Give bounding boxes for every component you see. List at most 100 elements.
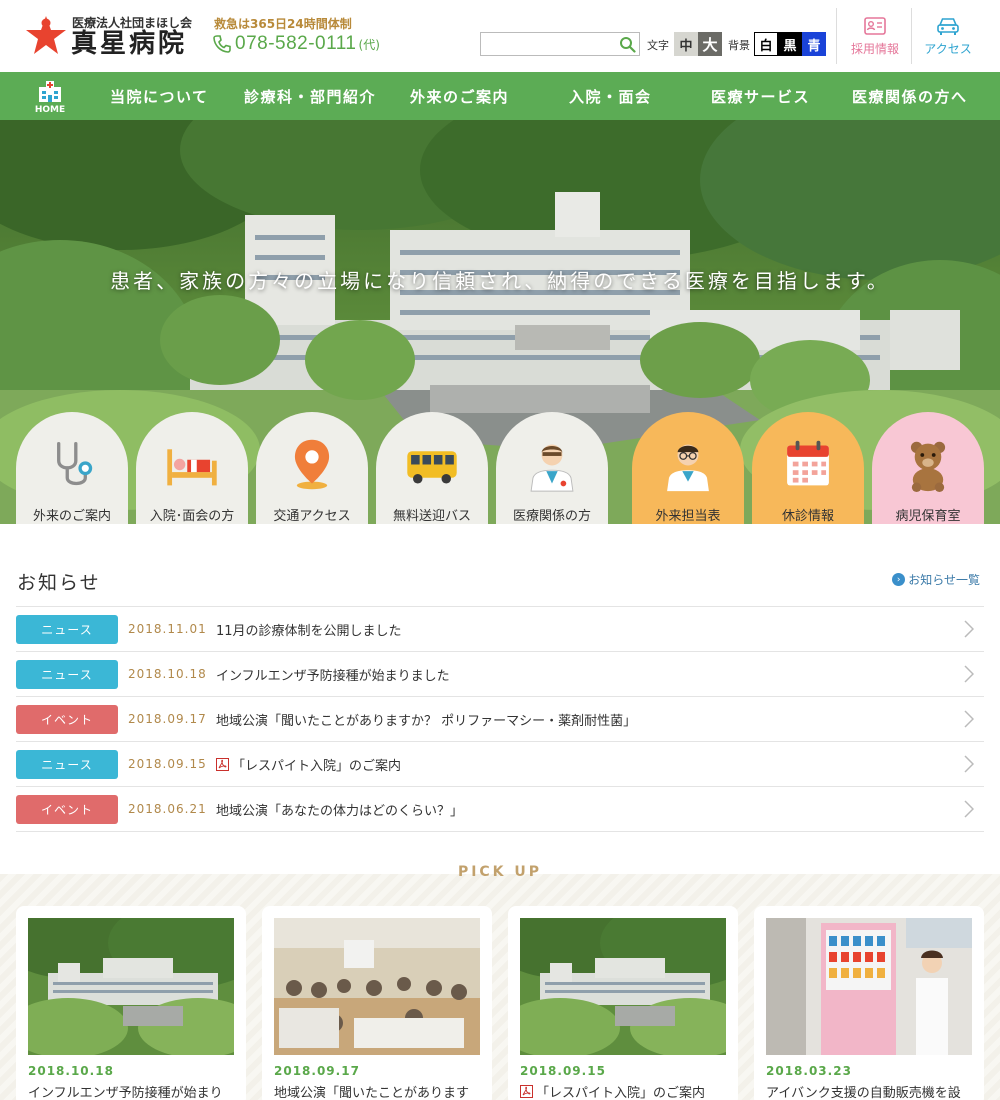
quick-link-bus[interactable]: 無料送迎バス — [376, 412, 488, 524]
quick-link-schedule[interactable]: 外来担当表 — [632, 412, 744, 524]
news-date: 2018.10.18 — [128, 667, 207, 681]
header-divider — [836, 8, 837, 64]
stethoscope-icon — [57, 441, 93, 486]
news-category-badge: ニュース — [16, 659, 118, 689]
pickup-image — [520, 918, 726, 1055]
event-category-badge: イベント — [16, 704, 118, 734]
news-all-link[interactable]: › お知らせ一覧 — [892, 571, 980, 588]
bg-white-button[interactable]: 白 — [754, 32, 778, 56]
quick-link-label: 外来担当表 — [655, 509, 721, 524]
doctor-icon — [530, 444, 574, 492]
nav-item-about[interactable]: 当院について — [110, 86, 209, 107]
pickup-image — [274, 918, 480, 1055]
hospital-name[interactable]: 真星病院 — [71, 29, 187, 59]
nav-item-admission[interactable]: 入院・面会 — [569, 86, 652, 107]
chevron-right-icon — [964, 665, 974, 683]
news-item[interactable]: イベント 2018.09.17 地域公演「聞いたことがありますか？ ポリファーマ… — [16, 697, 984, 742]
quick-link-label: 医療関係の方 — [512, 509, 591, 524]
doctor-glasses-icon — [667, 444, 709, 492]
news-item[interactable]: イベント 2018.06.21 地域公演「あなたの体力はどのくらい？」 — [16, 787, 984, 832]
hospital-bed-icon — [167, 449, 217, 486]
pickup-image — [28, 918, 234, 1055]
font-mid-button[interactable]: 中 — [674, 32, 698, 56]
recruit-link[interactable]: 採用情報 — [840, 16, 910, 57]
background-label: 背景 — [728, 39, 750, 52]
recruit-label: 採用情報 — [850, 42, 899, 56]
chevron-right-icon — [964, 755, 974, 773]
pickup-card[interactable]: 2018.09.17 地域公演「聞いたことがあります — [262, 906, 492, 1100]
quick-link-label: 外来のご案内 — [32, 509, 111, 524]
quick-link-label: 休診情報 — [781, 509, 834, 524]
header-divider — [911, 8, 912, 64]
site-header: 医療法人社団まほし会 真星病院 救急は365日24時間体制 078-582-01… — [0, 0, 1000, 72]
chevron-right-icon — [964, 800, 974, 818]
nav-item-professionals[interactable]: 医療関係の方へ — [852, 86, 968, 107]
search-box — [480, 32, 640, 56]
news-date: 2018.09.15 — [128, 757, 207, 771]
phone-number[interactable]: 078-582-0111 — [235, 33, 357, 55]
quick-link-professionals[interactable]: 医療関係の方 — [496, 412, 608, 524]
chevron-right-icon — [964, 620, 974, 638]
pdf-icon — [216, 757, 229, 771]
pickup-image — [766, 918, 972, 1055]
news-title: 11月の診療体制を公開しました — [216, 623, 402, 639]
bg-blue-button[interactable]: 青 — [802, 32, 826, 56]
nav-item-services[interactable]: 医療サービス — [711, 86, 810, 107]
pickup-title-text: 「レスパイト入院」のご案内 — [536, 1086, 706, 1100]
quick-link-label: 病児保育室 — [895, 509, 961, 524]
calendar-icon — [787, 440, 829, 486]
nav-item-outpatient[interactable]: 外来のご案内 — [410, 86, 509, 107]
hero-tagline: 患者、家族の方々の立場になり信頼され、納得のできる医療を目指します。 — [110, 269, 890, 293]
id-card-icon — [864, 17, 886, 35]
access-link[interactable]: アクセス — [913, 16, 983, 57]
news-title-wrap: 「レスパイト入院」のご案内 — [216, 755, 401, 774]
pickup-title-text: インフルエンザ予防接種が始まり — [28, 1086, 223, 1100]
font-size-label: 文字 — [647, 39, 669, 52]
quick-link-outpatient[interactable]: 外来のご案内 — [16, 412, 128, 524]
news-date: 2018.11.01 — [128, 622, 207, 636]
search-input[interactable] — [481, 33, 616, 55]
news-all-label: お知らせ一覧 — [908, 573, 980, 587]
access-label: アクセス — [924, 42, 972, 56]
news-title: 「レスパイト入院」のご案内 — [232, 758, 402, 774]
nav-home-label: HOME — [34, 105, 66, 115]
news-item[interactable]: ニュース 2018.09.15 「レスパイト入院」のご案内 — [16, 742, 984, 787]
nav-item-departments[interactable]: 診療科・部門紹介 — [244, 86, 376, 107]
event-category-badge: イベント — [16, 794, 118, 824]
news-category-badge: ニュース — [16, 749, 118, 779]
pickup-title-text: 地域公演「聞いたことがあります — [274, 1086, 470, 1100]
bus-icon — [407, 451, 457, 484]
news-section-title: お知らせ — [17, 572, 101, 594]
pickup-card[interactable]: 2018.03.23 アイバンク支援の自動販売機を設 — [754, 906, 984, 1100]
news-date: 2018.06.21 — [128, 802, 207, 816]
quick-link-closure[interactable]: 休診情報 — [752, 412, 864, 524]
map-pin-icon — [294, 439, 330, 490]
pickup-title-text: アイバンク支援の自動販売機を設 — [766, 1086, 961, 1100]
pickup-date: 2018.09.17 — [274, 1064, 360, 1078]
quick-link-childcare[interactable]: 病児保育室 — [872, 412, 984, 524]
car-icon — [937, 18, 959, 35]
news-item[interactable]: ニュース 2018.11.01 11月の診療体制を公開しました — [16, 607, 984, 652]
quick-link-label: 入院･面会の方 — [149, 509, 235, 524]
news-title: インフルエンザ予防接種が始まりました — [216, 668, 450, 684]
font-large-button[interactable]: 大 — [698, 32, 722, 56]
pdf-icon — [520, 1085, 533, 1098]
news-title: 地域公演「聞いたことがありますか？ ポリファーマシー・薬剤耐性菌」 — [216, 713, 637, 729]
quick-link-admission[interactable]: 入院･面会の方 — [136, 412, 248, 524]
phone-block: 078-582-0111 (代) — [212, 33, 380, 55]
news-item[interactable]: ニュース 2018.10.18 インフルエンザ予防接種が始まりました — [16, 652, 984, 697]
teddy-bear-icon — [910, 441, 946, 493]
pickup-card[interactable]: 2018.09.15 「レスパイト入院」のご案内 — [508, 906, 738, 1100]
search-icon[interactable] — [619, 36, 636, 53]
star-logo-icon[interactable] — [24, 14, 68, 58]
nav-home[interactable]: HOME — [32, 80, 68, 115]
emergency-notice: 救急は365日24時間体制 — [214, 17, 352, 31]
quick-link-access[interactable]: 交通アクセス — [256, 412, 368, 524]
pickup-date: 2018.03.23 — [766, 1064, 852, 1078]
phone-icon — [213, 35, 231, 53]
bg-black-button[interactable]: 黒 — [778, 32, 802, 56]
pickup-date: 2018.09.15 — [520, 1064, 606, 1078]
pickup-title-wrap: 「レスパイト入院」のご案内 — [520, 1082, 732, 1100]
quick-link-label: 無料送迎バス — [392, 509, 471, 524]
pickup-card[interactable]: 2018.10.18 インフルエンザ予防接種が始まり — [16, 906, 246, 1100]
